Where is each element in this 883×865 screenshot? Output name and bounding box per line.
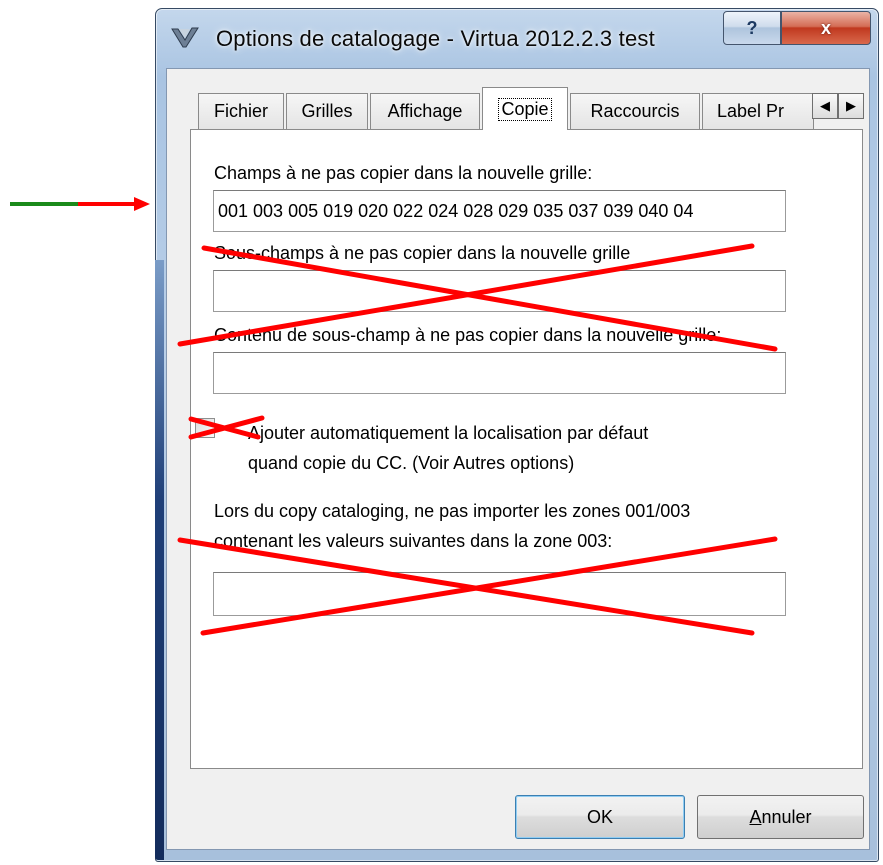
tab-copie[interactable]: Copie [482, 87, 568, 130]
subfield-content-label: Contenu de sous-champ à ne pas copier da… [214, 325, 722, 345]
auto-location-label-line2: quand copie du CC. (Voir Autres options) [248, 453, 575, 473]
tab-grilles[interactable]: Grilles [286, 93, 368, 129]
auto-location-checkbox[interactable] [195, 418, 215, 438]
help-icon: ? [746, 17, 758, 38]
cancel-button[interactable]: Annuler [697, 795, 864, 839]
arrow-head-icon [134, 197, 150, 211]
tab-scroll-right-button[interactable]: ▶ [838, 93, 864, 119]
tab-affichage[interactable]: Affichage [370, 93, 480, 129]
tab-label-print[interactable]: Label Pr [702, 93, 814, 129]
copycat-label-line2: contenant les valeurs suivantes dans la … [214, 531, 613, 551]
copycat-label-line1: Lors du copy cataloging, ne pas importer… [214, 501, 691, 521]
auto-location-label-line1: Ajouter automatiquement la localisation … [248, 423, 649, 443]
subfield-content-input[interactable] [213, 352, 786, 394]
window-title: Options de catalogage - Virtua 2012.2.3 … [216, 26, 655, 51]
tab-scroll-left-button[interactable]: ◀ [812, 93, 838, 119]
copycat-input[interactable] [213, 572, 786, 616]
close-icon: x [820, 17, 831, 38]
subfields-label: Sous-champs à ne pas copier dans la nouv… [214, 243, 631, 263]
tab-raccourcis[interactable]: Raccourcis [570, 93, 700, 129]
fields-label: Champs à ne pas copier dans la nouvelle … [214, 163, 593, 183]
ok-button[interactable]: OK [515, 795, 685, 839]
fields-input[interactable]: 001 003 005 019 020 022 024 028 029 035 … [213, 190, 786, 232]
window-frame-edge [155, 260, 164, 860]
subfields-input[interactable] [213, 270, 786, 312]
close-button[interactable]: x [781, 11, 871, 45]
triangle-left-icon: ◀ [820, 98, 830, 113]
help-button[interactable]: ? [723, 11, 781, 45]
tab-fichier[interactable]: Fichier [198, 93, 284, 129]
triangle-right-icon: ▶ [846, 98, 856, 113]
virtua-app-icon [171, 27, 199, 48]
